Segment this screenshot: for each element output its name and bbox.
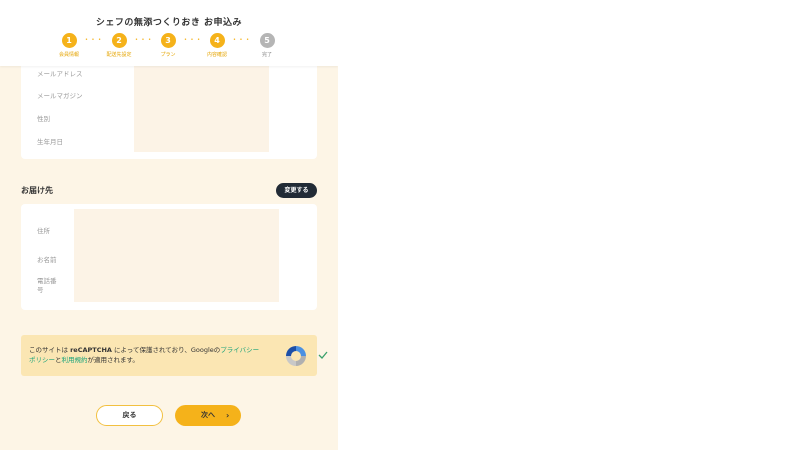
recaptcha-notice: このサイトは reCAPTCHA によって保護されており、Googleのプライバ… — [21, 335, 328, 376]
delivery-info-card: 住所 お名前 電話番号 — [21, 204, 317, 310]
address-label: 住所 — [37, 227, 50, 235]
newsletter-label: メールマガジン — [37, 92, 83, 100]
phone-label: 電話番号 — [37, 277, 57, 294]
recaptcha-text-part: このサイトは — [29, 346, 71, 354]
step-2-circle: 2 — [111, 33, 127, 48]
chevron-right-icon: › — [226, 411, 230, 420]
email-label: メールアドレス — [37, 70, 83, 78]
check-icon — [318, 351, 328, 359]
application-form: シェフの無添つくりおき お申込み 1 会員情報 • • • 2 配送先設定 • … — [0, 0, 338, 450]
member-info-card: メールアドレス メールマガジン 性別 生年月日 — [21, 50, 317, 159]
gender-label: 性別 — [37, 115, 50, 123]
terms-link[interactable]: 利用規約 — [62, 356, 88, 364]
name-label: お名前 — [37, 256, 57, 264]
step-1-circle: 1 — [61, 33, 77, 48]
back-button[interactable]: 戻る — [96, 405, 163, 426]
next-button-label: 次へ — [201, 411, 215, 419]
delivery-info-values-placeholder — [74, 209, 279, 302]
recaptcha-text: このサイトは reCAPTCHA によって保護されており、Googleのプライバ… — [29, 345, 261, 365]
delivery-section-title: お届け先 — [21, 186, 53, 195]
header: シェフの無添つくりおき お申込み 1 会員情報 • • • 2 配送先設定 • … — [0, 0, 338, 66]
step-3-circle: 3 — [160, 33, 176, 48]
change-delivery-button[interactable]: 変更する — [276, 183, 317, 198]
step-5-circle: 5 — [259, 33, 275, 48]
next-button[interactable]: 次へ › — [175, 405, 241, 426]
recaptcha-logo-icon — [286, 346, 306, 366]
recaptcha-text-part: によって保護されており、Googleの — [111, 346, 221, 354]
birthdate-label: 生年月日 — [37, 138, 63, 146]
recaptcha-brand: reCAPTCHA — [70, 346, 112, 354]
page-title: シェフの無添つくりおき お申込み — [95, 18, 243, 28]
step-5: 5 完了 — [237, 33, 297, 58]
step-4-circle: 4 — [209, 33, 225, 48]
recaptcha-text-part: が適用されます。 — [87, 356, 139, 364]
step-5-label: 完了 — [261, 52, 272, 58]
